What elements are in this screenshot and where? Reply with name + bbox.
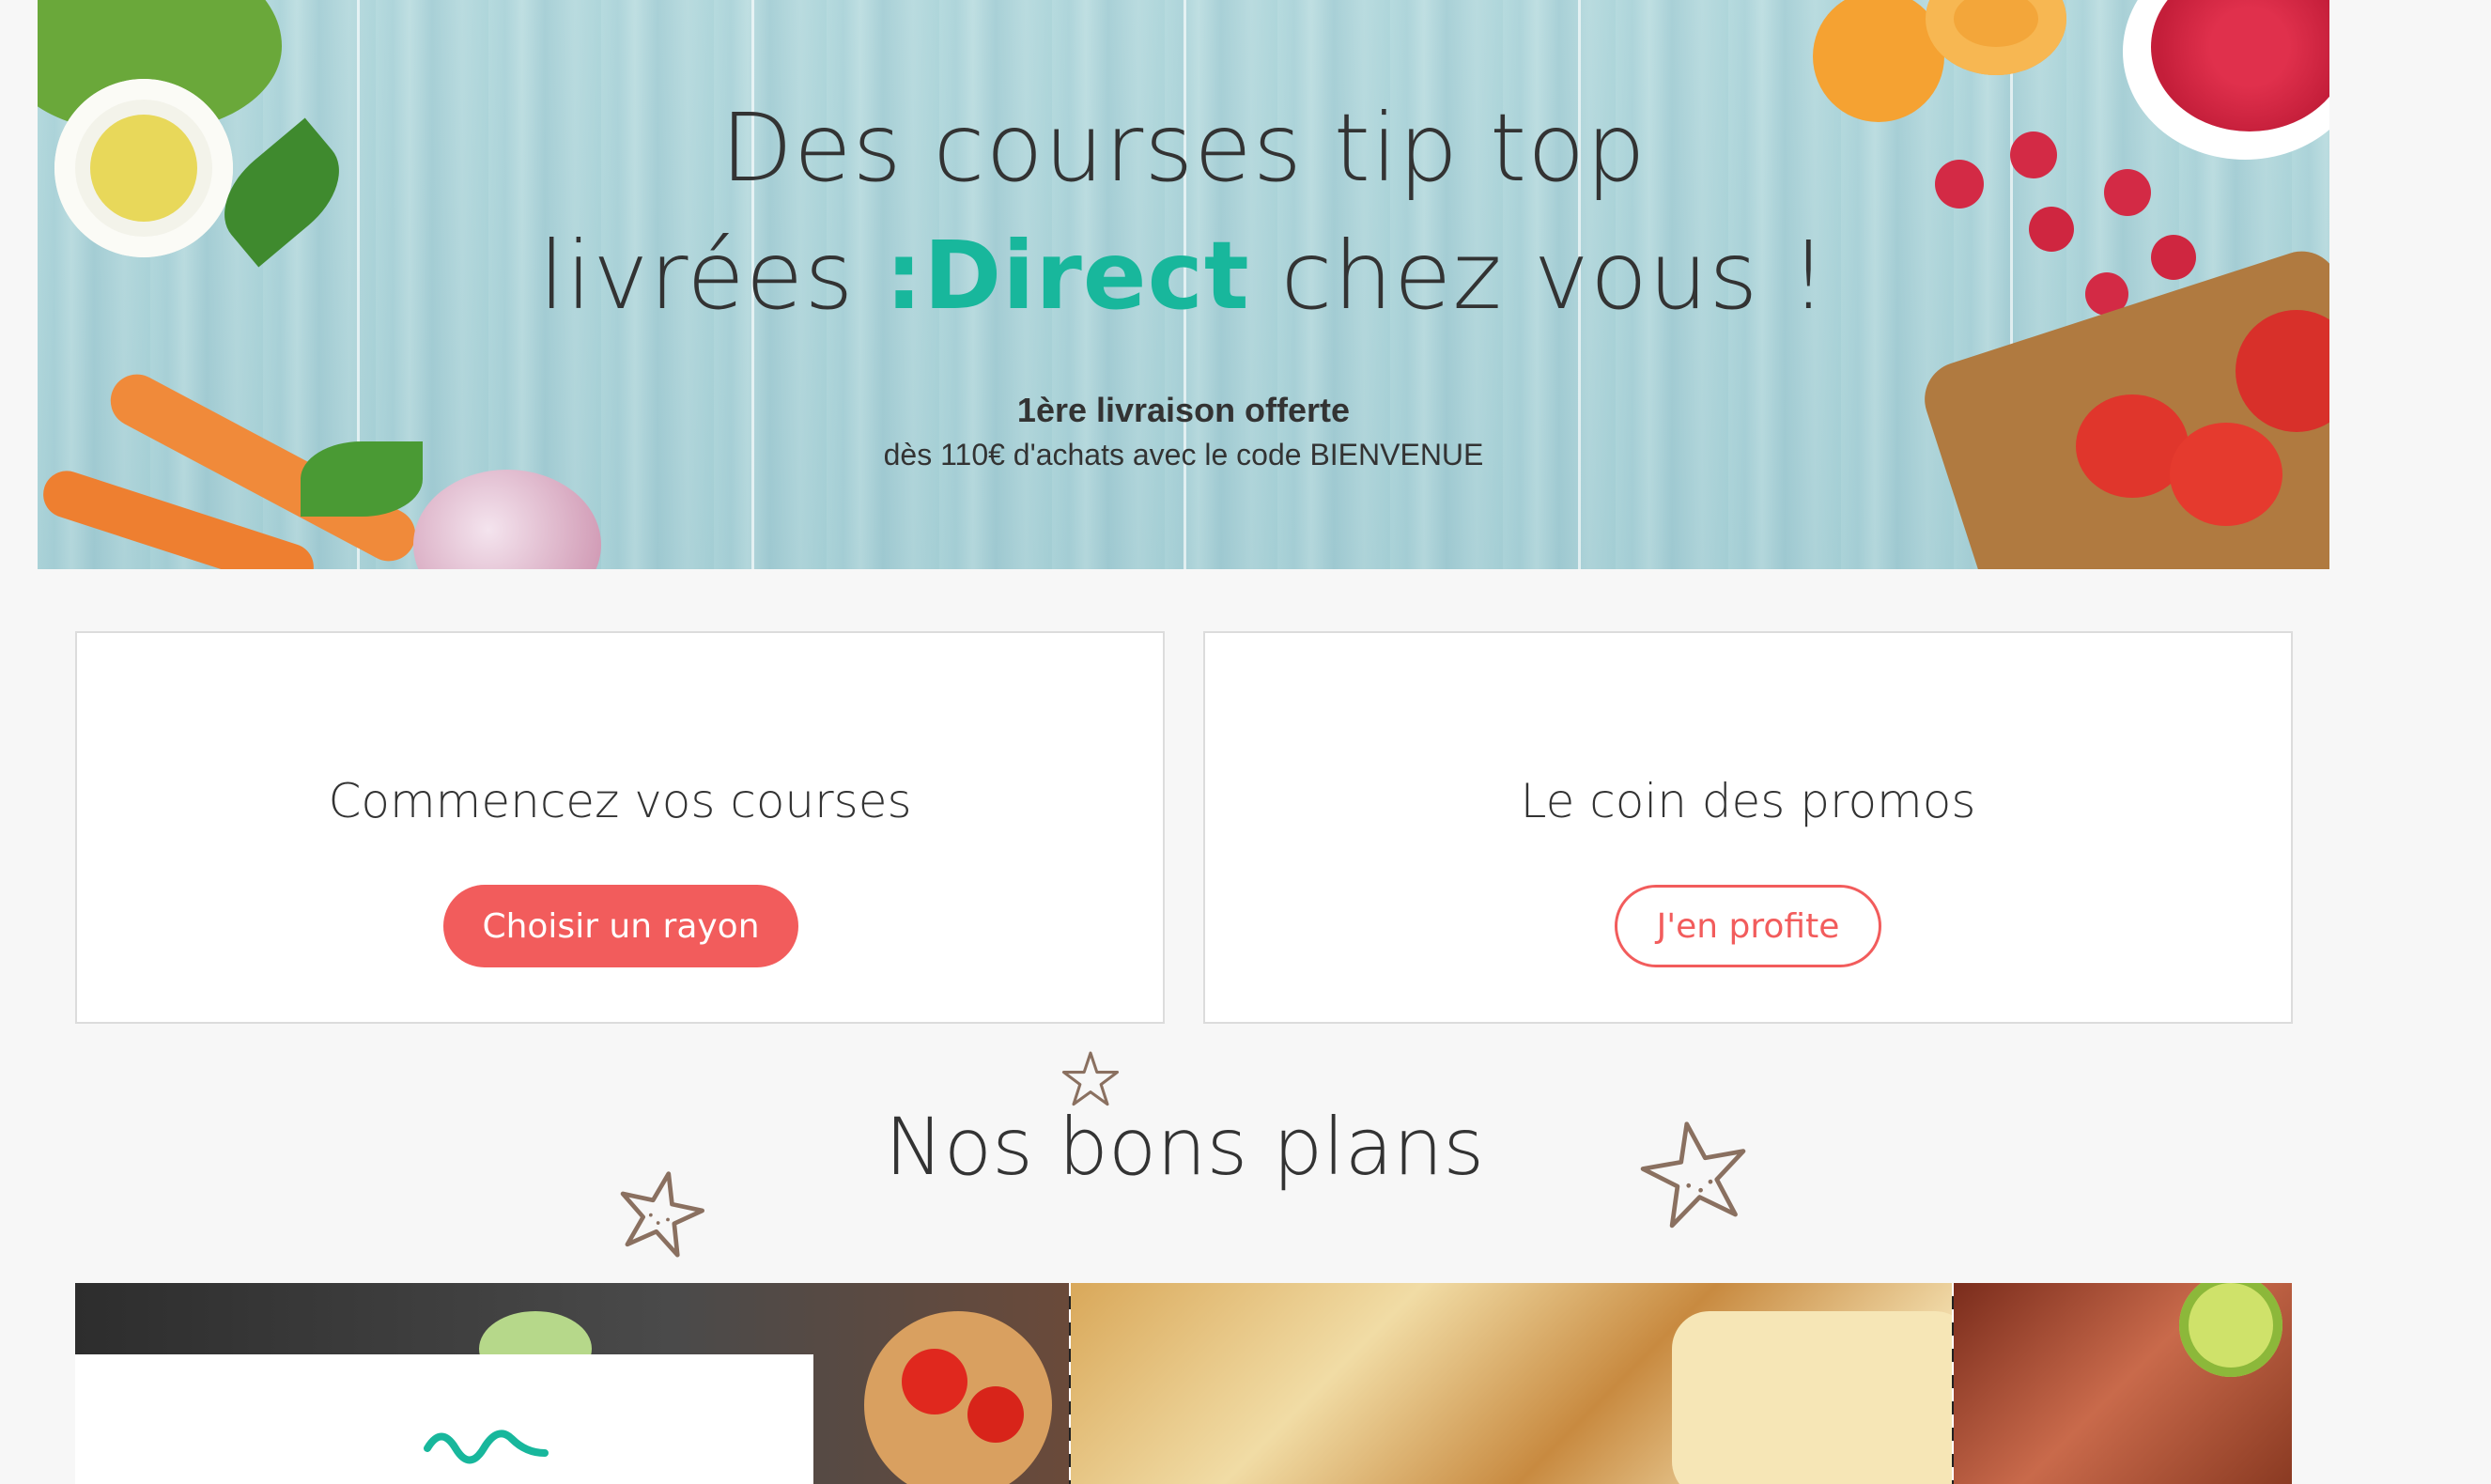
hero-banner: Des courses tip top livrées :Direct chez… bbox=[38, 0, 2329, 569]
star-icon bbox=[1061, 1051, 1120, 1106]
promos-title: Le coin des promos bbox=[1520, 774, 1976, 828]
promos-card: Le coin des promos J'en profite bbox=[1203, 631, 2293, 1024]
brand-name: :Direct bbox=[885, 221, 1250, 331]
hero-title-line2-end: chez vous ! bbox=[1249, 221, 1829, 331]
cherry-tomato-decoration bbox=[902, 1349, 967, 1414]
onion-decoration bbox=[413, 470, 601, 569]
hero-title: Des courses tip top livrées :Direct chez… bbox=[38, 85, 2329, 340]
offer-detail: dès 110€ d'achats avec le code BIENVENUE bbox=[883, 438, 1484, 471]
deals-title: Nos bons plans bbox=[884, 1101, 1485, 1193]
start-shopping-title: Commencez vos courses bbox=[328, 774, 912, 828]
promos-button[interactable]: J'en profite bbox=[1615, 885, 1881, 967]
choose-department-button[interactable]: Choisir un rayon bbox=[443, 885, 798, 967]
hero-title-line2: livrées :Direct chez vous ! bbox=[38, 212, 2329, 340]
cherry-tomato-decoration-2 bbox=[967, 1386, 1024, 1443]
deals-banner[interactable] bbox=[75, 1283, 2292, 1484]
promo-panel bbox=[75, 1354, 813, 1484]
offer-title: 1ère livraison offerte bbox=[1016, 391, 1351, 429]
wave-logo-icon bbox=[424, 1430, 549, 1464]
hero-title-line1: Des courses tip top bbox=[720, 93, 1647, 203]
apricot-half-decoration bbox=[1926, 0, 2066, 75]
start-shopping-card: Commencez vos courses Choisir un rayon bbox=[75, 631, 1165, 1024]
hero-title-line2-start: livrées bbox=[538, 221, 886, 331]
cookie-decoration bbox=[1672, 1311, 1973, 1484]
